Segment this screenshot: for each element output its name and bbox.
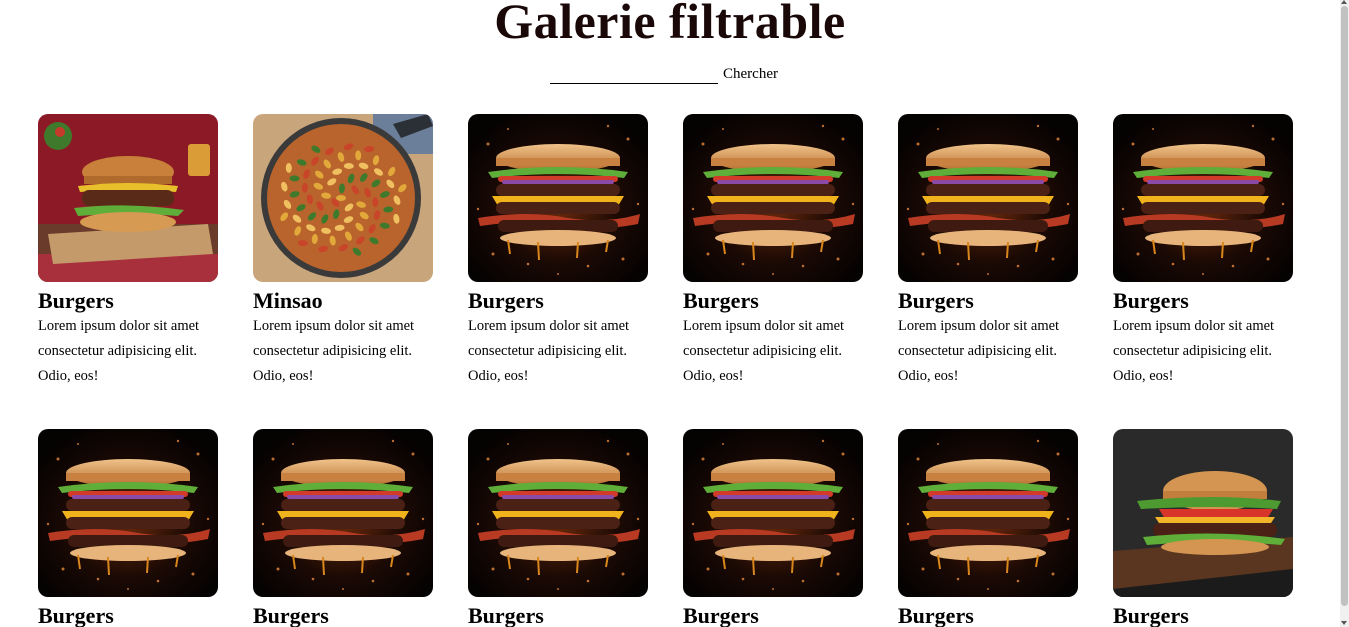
gallery-card[interactable]: Burgers: [253, 429, 433, 627]
scrollbar[interactable]: [1340, 0, 1349, 627]
search-bar: Chercher: [550, 64, 778, 84]
stacked-burger-image[interactable]: [253, 429, 433, 597]
card-title: Burgers: [683, 288, 759, 313]
classic-burger-image[interactable]: [1113, 429, 1293, 597]
gallery-card[interactable]: Burgers: [1113, 429, 1293, 627]
scrollbar-thumb[interactable]: [1341, 6, 1348, 606]
gallery-card[interactable]: Burgers Lorem ipsum dolor sit amet consec…: [1113, 114, 1293, 389]
stacked-burger-image[interactable]: [683, 429, 863, 597]
gallery-card[interactable]: Burgers Lorem ipsum dolor sit amet consec…: [468, 114, 648, 389]
card-description: Lorem ipsum dolor sit amet consectetur a…: [1113, 318, 1275, 384]
gallery-card[interactable]: Burgers: [38, 429, 218, 627]
gallery-card[interactable]: Burgers Lorem ipsum dolor sit amet consec…: [683, 114, 863, 389]
gallery-card[interactable]: Minsao Lorem ipsum dolor sit amet consect…: [253, 114, 433, 389]
card-title: Burgers: [683, 603, 759, 627]
gallery-card[interactable]: Burgers: [683, 429, 863, 627]
card-description: Lorem ipsum dolor sit amet consectetur a…: [38, 318, 200, 384]
gallery-card[interactable]: Burgers Lorem ipsum dolor sit amet consec…: [898, 114, 1078, 389]
gallery-card[interactable]: Burgers: [468, 429, 648, 627]
stacked-burger-image[interactable]: [468, 429, 648, 597]
card-title: Burgers: [253, 603, 329, 627]
search-button[interactable]: Chercher: [723, 64, 778, 84]
card-title: Minsao: [253, 288, 323, 313]
card-title: Burgers: [1113, 288, 1189, 313]
card-title: Burgers: [898, 603, 974, 627]
card-title: Burgers: [468, 288, 544, 313]
stacked-burger-image[interactable]: [468, 114, 648, 282]
card-description: Lorem ipsum dolor sit amet consectetur a…: [683, 318, 845, 384]
scroll-up-arrow-icon[interactable]: [1341, 0, 1347, 4]
stacked-burger-image[interactable]: [683, 114, 863, 282]
card-title: Burgers: [38, 603, 114, 627]
burger-board-image[interactable]: [38, 114, 218, 282]
card-description: Lorem ipsum dolor sit amet consectetur a…: [468, 318, 630, 384]
stacked-burger-image[interactable]: [898, 429, 1078, 597]
card-description: Lorem ipsum dolor sit amet consectetur a…: [898, 318, 1060, 384]
pasta-pan-image[interactable]: [253, 114, 433, 282]
card-title: Burgers: [38, 288, 114, 313]
gallery-card[interactable]: Burgers Lorem ipsum dolor sit amet consec…: [38, 114, 218, 389]
stacked-burger-image[interactable]: [898, 114, 1078, 282]
card-description: Lorem ipsum dolor sit amet consectetur a…: [253, 318, 415, 384]
card-title: Burgers: [468, 603, 544, 627]
search-input[interactable]: [550, 64, 718, 84]
card-title: Burgers: [1113, 603, 1189, 627]
card-title: Burgers: [898, 288, 974, 313]
gallery-card[interactable]: Burgers: [898, 429, 1078, 627]
page: Galerie filtrable Chercher Burgers Lorem …: [0, 0, 1340, 627]
stacked-burger-image[interactable]: [1113, 114, 1293, 282]
scroll-down-arrow-icon[interactable]: [1341, 621, 1347, 625]
stacked-burger-image[interactable]: [38, 429, 218, 597]
page-title: Galerie filtrable: [494, 0, 846, 49]
